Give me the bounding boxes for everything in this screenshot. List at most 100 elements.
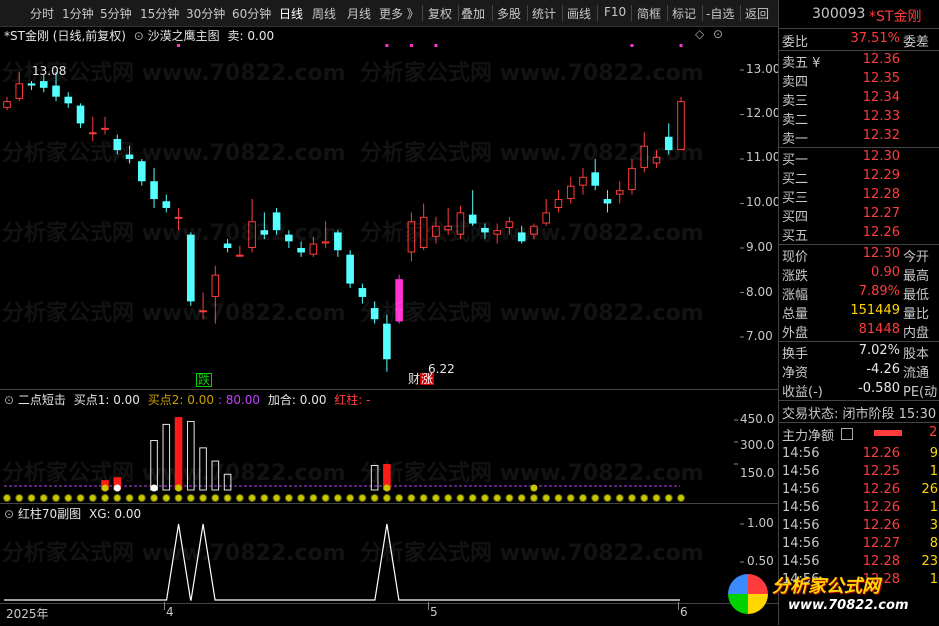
bid-row[interactable]: 买五 12.26 [779, 225, 939, 244]
stat-value: 7.89% [858, 284, 900, 299]
signal-dot [370, 494, 379, 502]
adjust-button[interactable]: 复权 [428, 5, 452, 22]
candle-body [383, 323, 391, 360]
stat2-row: 净资 -4.26 流通 [779, 362, 939, 381]
signal-dot [260, 494, 269, 502]
bid-row[interactable]: 买二 12.29 [779, 168, 939, 187]
sub2-tick: 1.00 [747, 516, 774, 530]
stock-title: *ST金刚 (日线,前复权) [4, 29, 126, 43]
signal-head [101, 484, 109, 492]
menu-icon[interactable] [841, 428, 853, 440]
indicator-toggle-icon[interactable]: ⊙ [4, 507, 14, 521]
indicator-toggle-icon[interactable]: ⊙ [4, 393, 14, 407]
stat-value: 0.90 [871, 265, 900, 280]
tab-15min[interactable]: 15分钟 [140, 5, 179, 22]
stat2-row: 收益(-) -0.580 PE(动 [779, 381, 939, 400]
stat-value: 151449 [850, 303, 900, 318]
stat2-value: -0.580 [858, 381, 900, 396]
tab-5min[interactable]: 5分钟 [100, 5, 132, 22]
signal-dot [272, 494, 281, 502]
expand-icon[interactable]: ⊙ [713, 27, 723, 41]
f10-button[interactable]: F10 [604, 5, 626, 19]
ask-price: 12.34 [862, 90, 900, 105]
tick-price: 12.25 [862, 464, 900, 479]
candle-body [101, 127, 109, 130]
candle-body [211, 274, 220, 297]
mark-button[interactable]: 标记 [672, 5, 696, 22]
simple-frame-button[interactable]: 简框 [637, 5, 661, 22]
stat-row: 总量 151449 量比 [779, 303, 939, 322]
main-chart[interactable]: *ST金刚 (日线,前复权) ⊙ 沙漠之鹰主图 卖: 0.00 ◇ ⊙ 13.0… [0, 26, 781, 388]
candle-body [15, 83, 24, 99]
signal-dot [505, 494, 514, 502]
overlay-button[interactable]: 叠加 [461, 5, 485, 22]
draw-button[interactable]: 画线 [567, 5, 591, 22]
tab-weekly[interactable]: 周线 [312, 5, 336, 22]
tab-monthly[interactable]: 月线 [347, 5, 371, 22]
signal-dot [542, 494, 551, 502]
tab-daily[interactable]: 日线 [279, 5, 303, 22]
signal-dot [517, 494, 526, 502]
candle-body [52, 85, 60, 97]
divider [779, 341, 939, 342]
bid-price: 12.30 [862, 149, 900, 164]
signal-dot [211, 494, 220, 502]
bid-row[interactable]: 买三 12.28 [779, 187, 939, 206]
tick-volume: 23 [921, 554, 938, 569]
sub2-name: 红柱70副图 [17, 507, 82, 521]
stat2-value: 7.02% [858, 343, 900, 358]
candle-body [236, 254, 244, 257]
back-button[interactable]: 返回 [745, 5, 769, 22]
tab-30min[interactable]: 30分钟 [186, 5, 225, 22]
signal-dot [284, 494, 293, 502]
separator [458, 5, 459, 21]
bid-row[interactable]: 买一 12.30 [779, 149, 939, 168]
tick-price: 12.26 [862, 518, 900, 533]
bid-price: 12.28 [862, 187, 900, 202]
ask-label: 卖一 [782, 132, 809, 147]
candle-body [187, 234, 195, 302]
net-flow-row[interactable]: 主力净额 2 [779, 425, 939, 444]
candle-body [652, 156, 661, 164]
ask-row[interactable]: 卖一 12.32 [779, 128, 939, 147]
candle-body [579, 176, 587, 186]
tab-1min[interactable]: 1分钟 [62, 5, 94, 22]
signal-dot [125, 494, 134, 502]
price-tick: 9.00 [746, 240, 773, 254]
candle-body [138, 161, 146, 182]
sub-chart-hongzhu[interactable]: ⊙ 红柱70副图 XG: 0.00 1.00 0.50 [0, 503, 778, 604]
price-tick: 10.00 [746, 195, 781, 209]
candle-body [419, 216, 428, 249]
tab-intraday[interactable]: 分时 [30, 5, 54, 22]
signal-dot [480, 494, 489, 502]
separator [702, 5, 703, 21]
ask-row[interactable]: 卖三 12.34 [779, 90, 939, 109]
separator [631, 5, 632, 21]
separator [597, 5, 598, 21]
indicator-toggle-icon[interactable]: ⊙ [134, 29, 144, 43]
multi-stock-button[interactable]: 多股 [497, 5, 521, 22]
sub-chart-erdian[interactable]: ⊙ 二点短击 买点1: 0.00 买点2: 0.00 : 80.00 加合: 0… [0, 389, 778, 504]
ask-label: 卖四 [782, 75, 809, 90]
net-flow-label: 主力净额 [782, 429, 835, 444]
candle-body [444, 225, 452, 231]
signal-dot [677, 494, 685, 502]
bid-row[interactable]: 买四 12.27 [779, 206, 939, 225]
signal-dot [76, 494, 85, 502]
ask-row[interactable]: 卖四 12.35 [779, 71, 939, 90]
candlestick-chart[interactable] [0, 26, 778, 388]
ask-row[interactable]: 卖二 12.33 [779, 109, 939, 128]
diamond-icon[interactable]: ◇ [695, 27, 704, 41]
tab-more[interactable]: 更多 》 [379, 5, 419, 22]
signal-dot [162, 494, 171, 502]
tab-60min[interactable]: 60分钟 [232, 5, 271, 22]
candle-body [125, 154, 134, 159]
stat-value: 12.30 [862, 246, 900, 261]
watchlist-remove-button[interactable]: -自选 [706, 5, 734, 22]
weibi-value: 37.51% [850, 31, 900, 46]
ask-row[interactable]: 卖五 ¥ 12.36 [779, 52, 939, 71]
buy2-extra: : 80.00 [217, 393, 261, 407]
stats-button[interactable]: 统计 [532, 5, 556, 22]
signal-dot [309, 494, 318, 502]
tick-volume: 1 [929, 572, 938, 587]
